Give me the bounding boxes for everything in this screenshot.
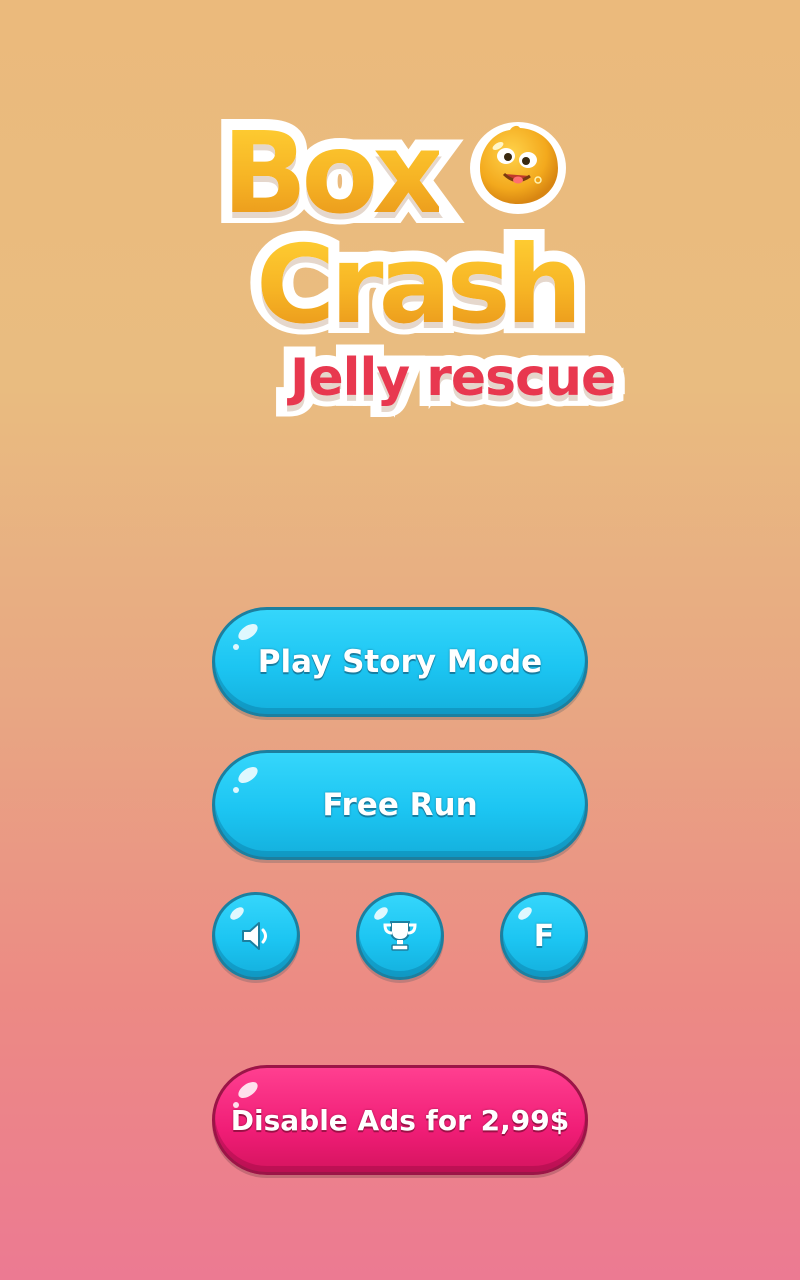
button-shine-dot [233, 644, 239, 650]
play-story-mode-label: Play Story Mode [257, 644, 543, 680]
button-shine [235, 763, 261, 787]
facebook-button[interactable]: F [500, 892, 588, 980]
logo-subtitle: Jelly rescue [290, 348, 616, 408]
disable-ads-label: Disable Ads for 2,99$ [230, 1103, 570, 1137]
speaker-icon [242, 922, 267, 950]
button-shine [235, 1078, 261, 1102]
disable-ads-button[interactable]: Disable Ads for 2,99$ [212, 1065, 588, 1175]
logo-line1: Box [222, 109, 445, 239]
facebook-label: F [533, 918, 555, 954]
button-shine [515, 904, 535, 923]
play-story-mode-button[interactable]: Play Story Mode [212, 607, 588, 717]
jelly-face-icon [470, 122, 566, 214]
free-run-label: Free Run [322, 787, 478, 823]
logo-line2: Crash [256, 223, 583, 348]
button-shine-dot [233, 787, 239, 793]
button-shine [235, 620, 261, 644]
trophy-icon [383, 921, 417, 951]
game-logo: Box Crash Jelly rescue Box Crash Jelly r… [0, 0, 800, 460]
free-run-button[interactable]: Free Run [212, 750, 588, 860]
sound-toggle-button[interactable] [212, 892, 300, 980]
leaderboard-button[interactable] [356, 892, 444, 980]
